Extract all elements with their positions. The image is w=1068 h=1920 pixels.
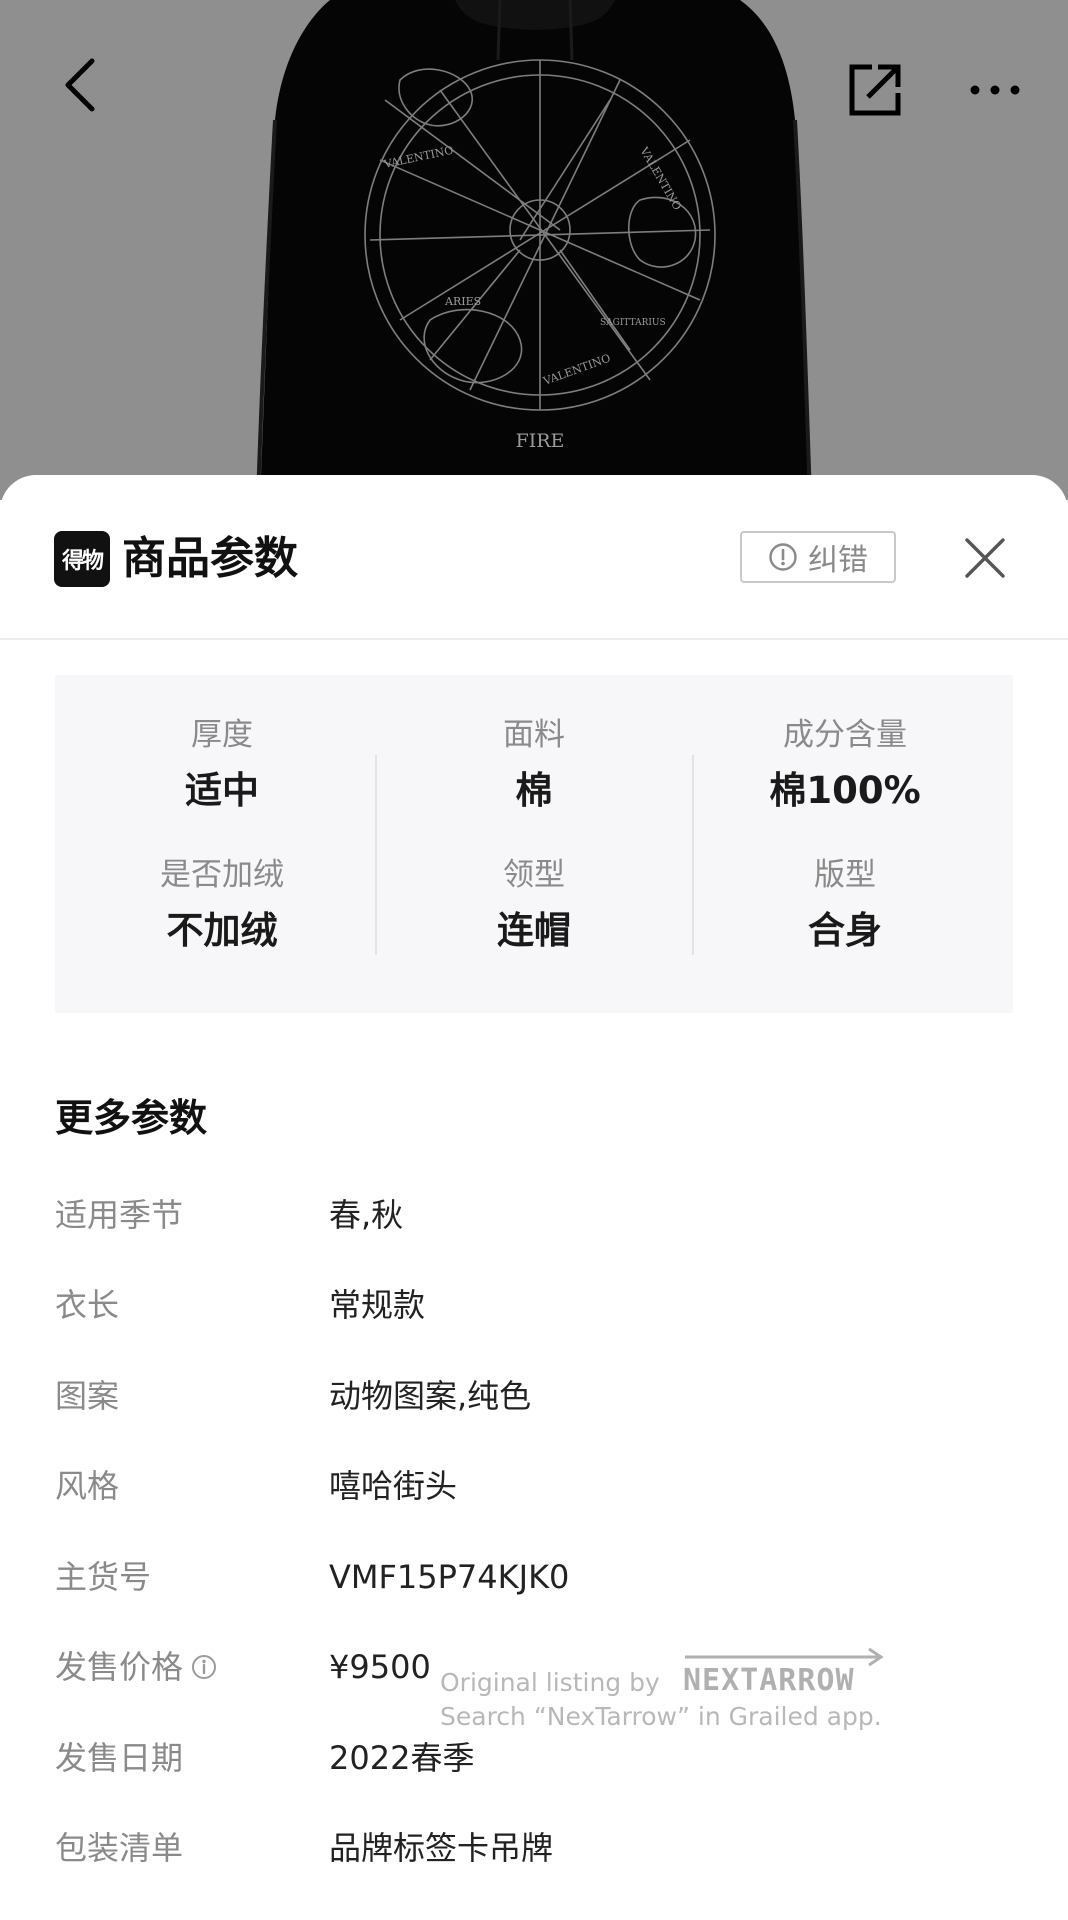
- param-row-release-price: 发售价格 ¥9500: [55, 1637, 1005, 1697]
- key-param-value: 棉: [515, 769, 553, 812]
- key-param-composition: 成分含量 棉100%: [700, 715, 990, 817]
- key-param-value: 不加绒: [166, 909, 278, 952]
- report-error-button[interactable]: 纠错: [740, 531, 896, 583]
- key-param-fleece: 是否加绒 不加绒: [77, 855, 367, 957]
- param-label-with-info[interactable]: 发售价格: [55, 1637, 217, 1697]
- param-row-release-date: 发售日期 2022春季: [55, 1728, 1005, 1788]
- param-row-length: 衣长 常规款: [55, 1275, 1005, 1335]
- key-param-fit: 版型 合身: [700, 855, 990, 957]
- info-circle-icon[interactable]: [191, 1654, 217, 1680]
- brand-logo: 得物: [54, 531, 110, 587]
- close-button[interactable]: [955, 527, 1015, 589]
- param-label: 图案: [55, 1377, 120, 1415]
- product-image-area: VALENTINO VALENTINO ARIES SAGITTARIUS VA…: [0, 0, 1068, 500]
- print-fire-text: FIRE: [516, 430, 565, 452]
- svg-text:SAGITTARIUS: SAGITTARIUS: [600, 318, 666, 328]
- key-params-grid: 厚度 适中 面料 棉 成分含量 棉100% 是否加绒 不加绒 领型 连帽 版型 …: [55, 675, 1013, 1013]
- param-value: VMF15P74KJK0: [329, 1558, 570, 1596]
- key-param-value: 合身: [808, 909, 882, 952]
- param-label: 发售日期: [55, 1739, 184, 1777]
- sheet-title: 商品参数: [122, 533, 298, 584]
- back-arrow-icon: [65, 58, 95, 112]
- param-row-pattern: 图案 动物图案,纯色: [55, 1366, 1005, 1426]
- key-param-label: 厚度: [191, 717, 253, 753]
- grid-divider: [692, 755, 694, 955]
- key-param-thickness: 厚度 适中: [77, 715, 367, 817]
- share-button[interactable]: [830, 45, 920, 135]
- param-label: 主货号: [55, 1558, 152, 1596]
- alert-circle-icon: [769, 543, 797, 571]
- svg-text:ARIES: ARIES: [444, 295, 481, 308]
- param-label: 包装清单: [55, 1829, 184, 1867]
- more-params-title: 更多参数: [55, 1096, 208, 1140]
- sheet-header: 得物 商品参数 纠错: [0, 475, 1068, 640]
- param-value: 嘻哈街头: [329, 1467, 458, 1505]
- param-row-season: 适用季节 春,秋: [55, 1185, 1005, 1245]
- key-param-fabric: 面料 棉: [389, 715, 679, 817]
- key-param-label: 领型: [503, 857, 565, 893]
- product-params-sheet: 得物 商品参数 纠错 厚度 适中 面料 棉 成分含量 棉100% 是否加绒 不加…: [0, 475, 1068, 1920]
- key-param-value: 连帽: [497, 909, 571, 952]
- grid-divider: [375, 755, 377, 955]
- param-row-style: 风格 嘻哈街头: [55, 1456, 1005, 1516]
- more-options-button[interactable]: [955, 45, 1035, 135]
- key-param-label: 版型: [814, 857, 876, 893]
- param-value: 春,秋: [329, 1196, 404, 1234]
- key-param-value: 棉100%: [769, 769, 921, 812]
- param-label: 衣长: [55, 1286, 120, 1324]
- key-param-label: 面料: [503, 717, 565, 753]
- param-row-sku: 主货号 VMF15P74KJK0: [55, 1547, 1005, 1607]
- param-value: ¥9500: [329, 1648, 431, 1686]
- param-row-packaging: 包装清单 品牌标签卡吊牌: [55, 1818, 1005, 1878]
- key-param-label: 是否加绒: [160, 857, 284, 893]
- more-dots-icon: [970, 85, 1020, 95]
- param-label: 适用季节: [55, 1196, 184, 1234]
- report-error-label: 纠错: [808, 543, 868, 578]
- close-icon: [965, 538, 1005, 578]
- back-button[interactable]: [40, 40, 120, 130]
- key-param-collar: 领型 连帽: [389, 855, 679, 957]
- param-value: 动物图案,纯色: [329, 1377, 532, 1415]
- key-param-label: 成分含量: [783, 717, 907, 753]
- share-icon: [849, 64, 901, 116]
- param-value: 常规款: [329, 1286, 426, 1324]
- key-param-value: 适中: [185, 769, 259, 812]
- param-value: 2022春季: [329, 1739, 475, 1777]
- param-value: 品牌标签卡吊牌: [329, 1829, 554, 1867]
- param-label: 风格: [55, 1467, 120, 1505]
- param-label-text: 发售价格: [55, 1648, 184, 1686]
